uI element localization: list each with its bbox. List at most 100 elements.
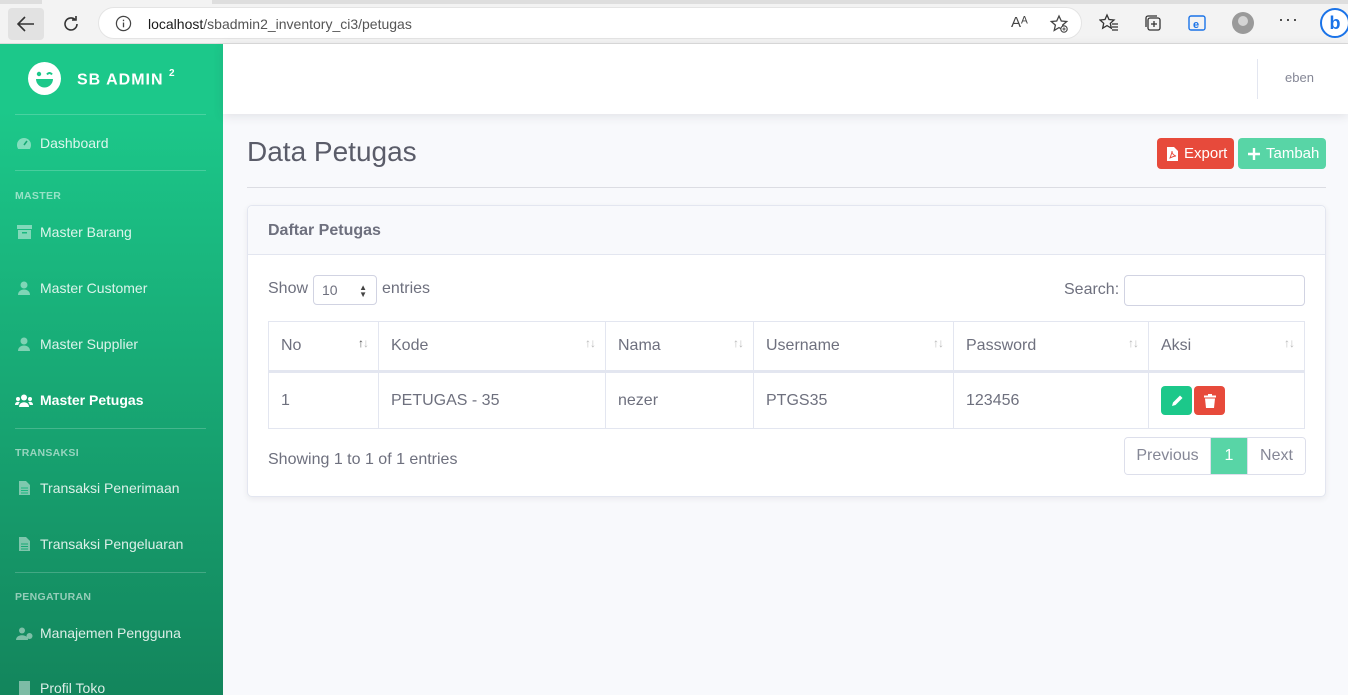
show-label: Show bbox=[268, 280, 309, 297]
table-header-row: No ↑↓ Kode ↑↓ Nama ↑↓ Username ↑↓ Password ↑↓… bbox=[268, 321, 1305, 373]
sidebar: SB ADMIN 2 Dashboard MASTER Master Baran… bbox=[0, 44, 223, 695]
pagination-page[interactable]: 1 bbox=[1211, 438, 1247, 474]
pencil-icon bbox=[1171, 395, 1182, 406]
sidebar-heading-master: MASTER bbox=[15, 190, 62, 202]
sort-icon: ↑↓ bbox=[585, 336, 596, 350]
export-label: Export bbox=[1184, 145, 1228, 162]
sidebar-divider bbox=[15, 114, 206, 115]
pagination-next[interactable]: Next bbox=[1247, 438, 1305, 474]
browser-toolbar: localhost/sbadmin2_inventory_ci3/petugas… bbox=[0, 0, 1348, 44]
card-title: Daftar Petugas bbox=[268, 222, 381, 239]
sidebar-divider bbox=[15, 170, 206, 171]
column-header-no[interactable]: No ↑↓ bbox=[268, 321, 379, 373]
cell-no: 1 bbox=[268, 371, 379, 429]
sidebar-item-transaksi-pengeluaran[interactable]: Transaksi Pengeluaran bbox=[15, 532, 210, 556]
favorites-icon[interactable] bbox=[1098, 12, 1120, 34]
url-path: /sbadmin2_inventory_ci3/petugas bbox=[203, 16, 412, 32]
file-icon bbox=[15, 536, 33, 552]
user-icon bbox=[15, 280, 33, 296]
cell-aksi bbox=[1148, 371, 1305, 429]
sidebar-item-profil-toko[interactable]: Profil Toko bbox=[15, 676, 210, 695]
sidebar-brand[interactable]: SB ADMIN 2 bbox=[0, 44, 223, 114]
table-info: Showing 1 to 1 of 1 entries bbox=[268, 451, 458, 468]
read-aloud-icon[interactable]: Aᴬ bbox=[1011, 14, 1028, 31]
sidebar-item-label: Master Supplier bbox=[40, 336, 139, 352]
more-menu-icon[interactable]: ··· bbox=[1278, 9, 1299, 30]
user-icon bbox=[15, 336, 33, 352]
users-icon bbox=[15, 392, 33, 408]
sidebar-item-label: Master Barang bbox=[40, 224, 132, 240]
laugh-wink-icon bbox=[28, 62, 61, 95]
column-header-aksi[interactable]: Aksi ↑↓ bbox=[1148, 321, 1305, 373]
sort-icon: ↑↓ bbox=[358, 336, 369, 350]
sort-icon: ↑↓ bbox=[733, 336, 744, 350]
cell-kode: PETUGAS - 35 bbox=[378, 371, 606, 429]
cell-username: PTGS35 bbox=[753, 371, 954, 429]
sidebar-item-transaksi-penerimaan[interactable]: Transaksi Penerimaan bbox=[15, 476, 210, 500]
sort-icon: ↑↓ bbox=[933, 336, 944, 350]
sidebar-item-label: Master Petugas bbox=[40, 392, 144, 408]
pagination-previous[interactable]: Previous bbox=[1125, 438, 1211, 474]
export-button[interactable]: Export bbox=[1157, 138, 1234, 169]
refresh-icon bbox=[64, 16, 78, 31]
brand-name: SB ADMIN 2 bbox=[77, 68, 176, 89]
url-text[interactable]: localhost/sbadmin2_inventory_ci3/petugas bbox=[148, 16, 412, 32]
bing-icon[interactable]: b bbox=[1320, 8, 1348, 38]
site-info-icon[interactable] bbox=[115, 15, 132, 32]
sidebar-item-label: Manajemen Pengguna bbox=[40, 625, 181, 641]
sidebar-item-label: Master Customer bbox=[40, 280, 148, 296]
column-header-password[interactable]: Password ↑↓ bbox=[953, 321, 1149, 373]
delete-button[interactable] bbox=[1194, 386, 1225, 415]
active-tab[interactable] bbox=[42, 0, 212, 4]
sidebar-item-master-customer[interactable]: Master Customer bbox=[15, 276, 210, 300]
topbar-divider bbox=[1257, 59, 1258, 99]
refresh-button[interactable] bbox=[53, 8, 89, 40]
cell-nama: nezer bbox=[605, 371, 754, 429]
sidebar-divider bbox=[15, 572, 206, 573]
sidebar-item-manajemen-pengguna[interactable]: Manajemen Pengguna bbox=[15, 621, 210, 645]
file-icon bbox=[15, 480, 33, 496]
sidebar-divider bbox=[15, 428, 206, 429]
column-header-username[interactable]: Username ↑↓ bbox=[753, 321, 954, 373]
cell-password: 123456 bbox=[953, 371, 1149, 429]
petugas-card: Daftar Petugas Show 10 ▲ ▼ entries Search… bbox=[247, 205, 1326, 497]
back-button[interactable] bbox=[8, 8, 44, 40]
url-host: localhost bbox=[148, 16, 204, 32]
page-divider bbox=[247, 187, 1326, 188]
collections-icon[interactable] bbox=[1142, 12, 1164, 34]
select-arrows-icon: ▲ ▼ bbox=[359, 283, 367, 299]
pagination: Previous 1 Next bbox=[1124, 437, 1306, 475]
petugas-table: No ↑↓ Kode ↑↓ Nama ↑↓ Username ↑↓ Password ↑↓… bbox=[268, 321, 1305, 429]
sort-icon: ↑↓ bbox=[1128, 336, 1139, 350]
ie-mode-icon[interactable]: e bbox=[1186, 12, 1208, 34]
entries-length-value: 10 bbox=[322, 282, 338, 298]
tambah-button[interactable]: Tambah bbox=[1238, 138, 1326, 169]
add-favorite-icon[interactable] bbox=[1049, 14, 1069, 34]
table-row: 1 PETUGAS - 35 nezer PTGS35 123456 bbox=[268, 371, 1305, 429]
sidebar-item-label: Profil Toko bbox=[40, 680, 106, 695]
topbar: eben bbox=[223, 44, 1348, 114]
sidebar-item-dashboard[interactable]: Dashboard bbox=[15, 131, 210, 155]
column-header-kode[interactable]: Kode ↑↓ bbox=[378, 321, 606, 373]
column-header-nama[interactable]: Nama ↑↓ bbox=[605, 321, 754, 373]
tachometer-icon bbox=[15, 135, 33, 151]
tambah-label: Tambah bbox=[1266, 145, 1320, 162]
edit-button[interactable] bbox=[1161, 386, 1192, 415]
address-bar[interactable]: localhost/sbadmin2_inventory_ci3/petugas… bbox=[98, 7, 1082, 39]
box-icon bbox=[15, 224, 33, 240]
sidebar-item-master-supplier[interactable]: Master Supplier bbox=[15, 332, 210, 356]
user-name[interactable]: eben bbox=[1285, 70, 1314, 85]
sort-icon: ↑↓ bbox=[1284, 336, 1295, 350]
profile-avatar[interactable] bbox=[1232, 12, 1254, 34]
sidebar-item-master-barang[interactable]: Master Barang bbox=[15, 220, 210, 244]
sidebar-heading-pengaturan: PENGATURAN bbox=[15, 591, 92, 603]
entries-length-select[interactable]: 10 ▲ ▼ bbox=[313, 275, 377, 305]
sidebar-item-label: Transaksi Pengeluaran bbox=[40, 536, 184, 552]
search-label: Search: bbox=[1064, 281, 1120, 298]
sidebar-item-master-petugas[interactable]: Master Petugas bbox=[15, 388, 210, 412]
entries-label: entries bbox=[382, 280, 431, 297]
sidebar-item-label: Dashboard bbox=[40, 135, 109, 151]
sidebar-heading-transaksi: TRANSAKSI bbox=[15, 447, 79, 459]
card-header: Daftar Petugas bbox=[248, 206, 1325, 255]
search-input[interactable] bbox=[1124, 275, 1305, 306]
